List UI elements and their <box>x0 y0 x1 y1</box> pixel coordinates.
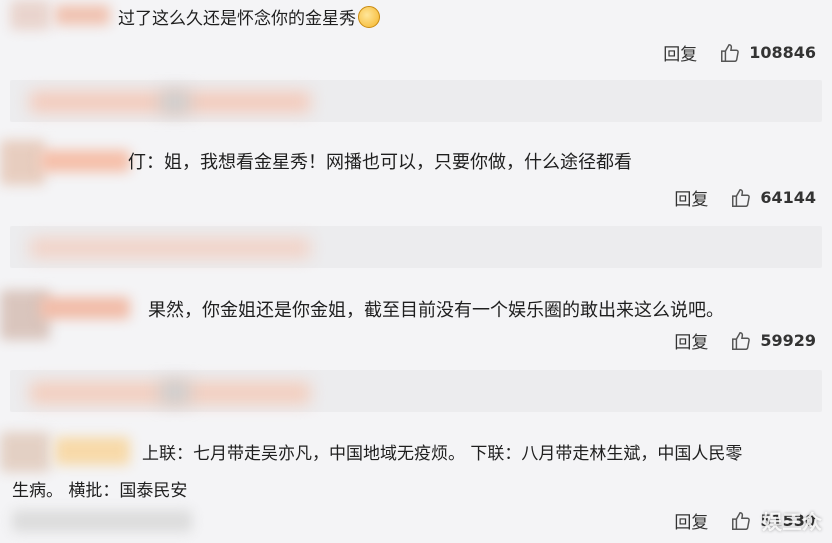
blurred-avatar <box>160 380 190 404</box>
comment-text: 仃：姐，我想看金星秀！网播也可以，只要你做，什么途径都看 <box>128 152 632 173</box>
username-blurred[interactable] <box>40 297 130 319</box>
comment-actions: 回复 108846 <box>663 40 816 65</box>
blurred-reply-content <box>30 238 310 258</box>
reply-preview-bar[interactable] <box>10 370 822 412</box>
timestamp-blurred <box>12 510 192 532</box>
avatar[interactable] <box>0 432 50 472</box>
like-count: 108846 <box>749 43 816 62</box>
comment-text: 上联：七月带走吴亦凡，中国地域无疫烦。 下联：八月带走林生斌，中国人民零 <box>142 444 743 464</box>
like-button[interactable]: 59929 <box>730 330 816 352</box>
avatar[interactable] <box>10 0 50 30</box>
like-button[interactable]: 108846 <box>719 42 816 64</box>
like-button[interactable]: 64144 <box>730 187 816 209</box>
comment-text-continued: 生病。 横批：国泰民安 <box>12 481 188 501</box>
reply-preview-bar[interactable] <box>10 80 822 122</box>
blurred-avatar <box>160 90 190 114</box>
comment-actions: 回复 64144 <box>674 185 816 210</box>
avatar[interactable] <box>0 140 45 185</box>
reply-button[interactable]: 回复 <box>674 185 708 210</box>
reply-button[interactable]: 回复 <box>674 508 708 533</box>
thumbs-up-icon <box>721 43 740 62</box>
thumbs-up-icon <box>732 331 751 350</box>
crying-laughing-emoji-icon <box>358 6 380 28</box>
thumbs-up-icon <box>732 188 751 207</box>
like-count: 59929 <box>760 331 816 350</box>
username-blurred[interactable] <box>55 437 130 465</box>
like-count: 64144 <box>760 188 816 207</box>
comment-actions: 回复 59929 <box>674 328 816 353</box>
username-blurred[interactable] <box>55 5 110 25</box>
watermark-text: 娱三众 <box>762 510 822 534</box>
reply-preview-bar[interactable] <box>10 226 822 268</box>
username-blurred[interactable] <box>40 150 130 172</box>
reply-button[interactable]: 回复 <box>663 40 697 65</box>
thumbs-up-icon <box>732 511 751 530</box>
comment-text: 过了这么久还是怀念你的金星秀 <box>118 6 380 32</box>
reply-button[interactable]: 回复 <box>674 328 708 353</box>
comment-text: 果然，你金姐还是你金姐，截至目前没有一个娱乐圈的敢出来这么说吧。 <box>148 300 724 321</box>
